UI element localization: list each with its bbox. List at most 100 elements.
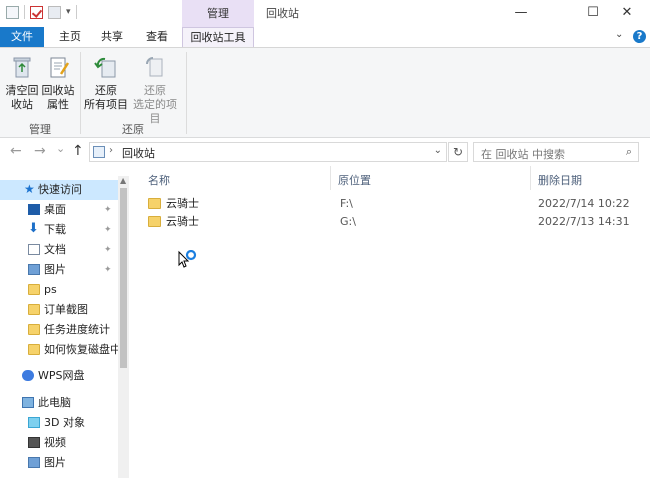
sidebar-item-label: 如何恢复磁盘中: [44, 343, 118, 356]
forward-button[interactable]: →: [34, 143, 46, 159]
search-icon: ⌕: [625, 145, 632, 158]
sidebar-item-this-pc[interactable]: 此电脑: [0, 393, 118, 413]
address-dropdown-icon[interactable]: ⌄: [434, 145, 442, 156]
scrollbar-thumb[interactable]: [120, 188, 127, 368]
navigation-pane-scrollbar[interactable]: ▲: [118, 176, 129, 478]
tab-share[interactable]: 共享: [94, 27, 130, 47]
sidebar-item-label: 桌面: [44, 203, 66, 216]
folder-icon: [28, 284, 40, 295]
address-bar[interactable]: › 回收站 ⌄: [89, 142, 447, 162]
sidebar-item-documents[interactable]: 文档 ✦: [0, 240, 118, 260]
properties-clipboard-icon: [44, 53, 72, 81]
ribbon-divider: [80, 52, 81, 134]
column-divider[interactable]: [330, 166, 331, 190]
help-icon[interactable]: ?: [633, 30, 646, 43]
recent-locations-button[interactable]: ⌄: [56, 142, 65, 155]
empty-bin-label-1: 清空回: [5, 84, 39, 97]
sidebar-item-label: 文档: [44, 243, 66, 256]
sidebar-item-desktop[interactable]: 桌面 ✦: [0, 200, 118, 220]
search-input[interactable]: 在 回收站 中搜索: [481, 146, 565, 162]
group-label-restore: 还原: [122, 123, 144, 136]
sidebar-item-quick-access[interactable]: ★ 快速访问: [0, 180, 118, 200]
group-label-manage: 管理: [29, 123, 51, 136]
column-header-location[interactable]: 原位置: [338, 172, 371, 188]
navigation-pane: ★ 快速访问 桌面 ✦ ⬇ 下载 ✦ 文档 ✦ 图片 ✦ ps 订单截图 任务进…: [0, 176, 130, 478]
restore-all-icon: [92, 53, 120, 81]
restore-selected-label-1: 还原: [144, 84, 166, 97]
cloud-icon: [22, 370, 34, 381]
sidebar-item-ps[interactable]: ps: [0, 280, 118, 300]
explorer-icon[interactable]: [6, 5, 19, 19]
sidebar-item-downloads[interactable]: ⬇ 下载 ✦: [0, 220, 118, 240]
video-icon: [28, 437, 40, 448]
quick-access-toolbar: ▾: [6, 5, 77, 19]
context-tab-manage[interactable]: 管理: [182, 0, 254, 27]
restore-all-label-1: 还原: [95, 84, 117, 97]
busy-cursor-icon: [178, 249, 198, 270]
up-button[interactable]: ↑: [72, 143, 84, 159]
scroll-up-icon[interactable]: ▲: [120, 176, 126, 185]
pin-icon[interactable]: ✦: [104, 200, 112, 220]
sidebar-item-label: 快速访问: [38, 183, 82, 196]
close-button[interactable]: ✕: [604, 0, 650, 27]
refresh-button[interactable]: ↻: [448, 142, 468, 162]
title-bar: ▾ 管理 回收站 — ☐ ✕: [0, 0, 650, 27]
sidebar-item-label: 3D 对象: [44, 416, 85, 429]
ribbon-panel: 清空回 收站 回收站 属性 还原 所有项目 还原 选定的项目 管理 还原: [0, 47, 650, 138]
column-header-date-deleted[interactable]: 删除日期: [538, 172, 582, 188]
back-button[interactable]: ←: [10, 143, 22, 159]
3d-objects-icon: [28, 417, 40, 428]
restore-all-items-button[interactable]: 还原 所有项目: [84, 53, 128, 112]
sidebar-item-label: 图片: [44, 456, 66, 469]
restore-selected-items-button[interactable]: 还原 选定的项目: [128, 53, 182, 126]
sidebar-item-3d-objects[interactable]: 3D 对象: [0, 413, 118, 433]
tab-view[interactable]: 查看: [137, 27, 177, 47]
tab-file[interactable]: 文件: [0, 27, 44, 47]
folder-icon: [28, 304, 40, 315]
empty-recycle-bin-button[interactable]: 清空回 收站: [4, 53, 40, 112]
pin-icon[interactable]: ✦: [104, 240, 112, 260]
sidebar-item-pictures[interactable]: 图片 ✦: [0, 260, 118, 280]
sidebar-item-task-progress[interactable]: 任务进度统计: [0, 320, 118, 340]
pin-icon[interactable]: ✦: [104, 260, 112, 280]
sidebar-item-recover-disk[interactable]: 如何恢复磁盘中: [0, 340, 118, 360]
table-row[interactable]: 云骑士 G:\ 2022/7/13 14:31: [144, 212, 644, 232]
file-name: 云骑士: [166, 215, 199, 228]
toolbar-divider: [75, 5, 77, 19]
folder-icon: [148, 216, 161, 227]
table-row[interactable]: 云骑士 F:\ 2022/7/14 10:22: [144, 194, 644, 214]
computer-icon: [22, 397, 34, 408]
toolbar-divider: [24, 5, 25, 19]
sidebar-item-pictures-pc[interactable]: 图片: [0, 453, 118, 473]
tab-recycle-bin-tools[interactable]: 回收站工具: [182, 27, 254, 47]
ribbon-divider: [186, 52, 187, 134]
original-location: G:\: [340, 215, 356, 228]
column-header-name[interactable]: 名称: [148, 172, 170, 188]
properties-icon[interactable]: [30, 5, 43, 19]
ribbon-collapse-icon[interactable]: ⌄: [615, 29, 623, 40]
file-list: 名称 原位置 删除日期 云骑士 F:\ 2022/7/14 10:22 云骑士 …: [130, 166, 650, 478]
breadcrumb-current[interactable]: 回收站: [122, 145, 155, 161]
tab-home[interactable]: 主页: [52, 27, 88, 47]
new-folder-icon[interactable]: [48, 5, 61, 19]
sidebar-item-label: 任务进度统计: [44, 323, 110, 336]
pin-icon[interactable]: ✦: [104, 220, 112, 240]
sidebar-item-label: 图片: [44, 263, 66, 276]
breadcrumb-chevron-icon[interactable]: ›: [109, 145, 113, 156]
customize-toolbar-dropdown-icon[interactable]: ▾: [66, 7, 71, 17]
restore-selected-icon: [141, 53, 169, 81]
sidebar-item-label: 订单截图: [44, 303, 88, 316]
sidebar-item-wps-drive[interactable]: WPS网盘: [0, 366, 118, 386]
search-box[interactable]: 在 回收站 中搜索 ⌕: [473, 142, 639, 162]
restore-all-label-2: 所有项目: [84, 98, 128, 111]
date-deleted: 2022/7/14 10:22: [538, 197, 630, 210]
window-title: 回收站: [266, 7, 299, 20]
column-divider[interactable]: [530, 166, 531, 190]
sidebar-item-order-screenshots[interactable]: 订单截图: [0, 300, 118, 320]
minimize-button[interactable]: —: [498, 0, 544, 27]
sidebar-item-label: 此电脑: [38, 396, 71, 409]
sidebar-item-videos[interactable]: 视频: [0, 433, 118, 453]
file-name: 云骑士: [166, 197, 199, 210]
bin-props-label-2: 属性: [47, 98, 69, 111]
recycle-bin-properties-button[interactable]: 回收站 属性: [40, 53, 76, 112]
